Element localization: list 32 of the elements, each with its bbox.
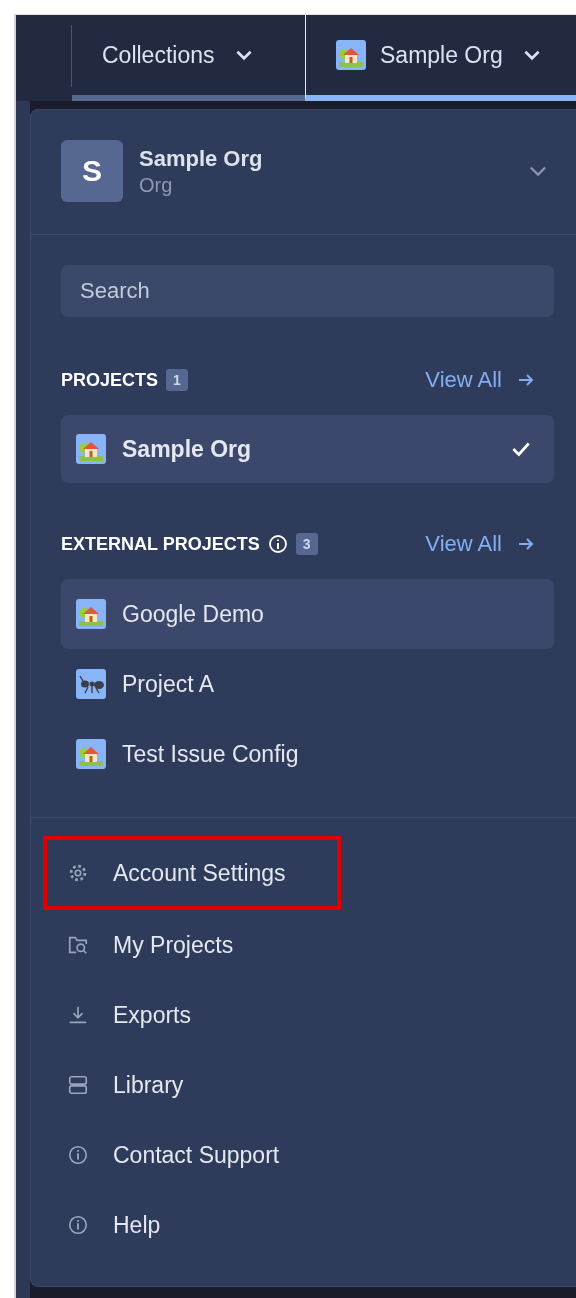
count-badge: 3: [295, 533, 318, 555]
house-icon: [76, 434, 106, 464]
org-name: Sample Org: [139, 145, 264, 172]
search-field[interactable]: Search: [61, 265, 554, 317]
project-item[interactable]: Sample Org: [61, 415, 554, 483]
project-item[interactable]: Test Issue Config: [61, 719, 554, 789]
project-item[interactable]: Project A: [61, 649, 554, 719]
ant-icon: [76, 669, 106, 699]
info-icon: [67, 1144, 89, 1166]
house-icon: [76, 599, 106, 629]
menu-item[interactable]: Contact Support: [43, 1120, 341, 1190]
menu-item[interactable]: Account Settings: [43, 836, 341, 910]
download-icon: [67, 1004, 89, 1026]
count-badge: 1: [166, 369, 188, 391]
view-all-link[interactable]: View All: [425, 367, 554, 393]
section-title: EXTERNAL PROJECTS: [61, 533, 260, 555]
house-icon: [76, 739, 106, 769]
org-avatar: S: [61, 140, 123, 202]
stack-icon: [67, 1074, 89, 1096]
info-icon: [67, 1214, 89, 1236]
folder-search-icon: [67, 934, 89, 956]
menu-item[interactable]: Exports: [43, 980, 341, 1050]
view-all-link[interactable]: View All: [425, 531, 554, 557]
house-icon: [336, 40, 366, 70]
info-icon: [267, 534, 288, 554]
section-title: PROJECTS: [61, 369, 159, 391]
settings-icon: [67, 862, 89, 884]
menu-item[interactable]: Help: [43, 1190, 341, 1260]
org-type: Org: [139, 173, 174, 197]
menu-item[interactable]: My Projects: [43, 910, 341, 980]
project-item[interactable]: Google Demo: [61, 579, 554, 649]
menu-item[interactable]: Library: [43, 1050, 341, 1120]
